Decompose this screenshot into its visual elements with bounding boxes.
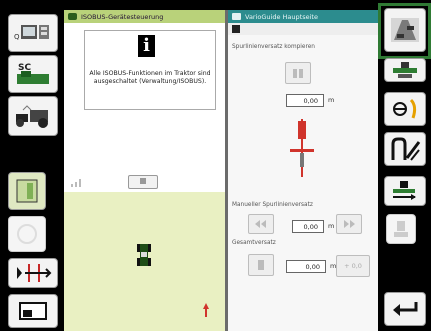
headland-turn-icon	[391, 137, 421, 161]
tractor-small-icon	[140, 178, 146, 184]
total-offset-field[interactable]: 0,00	[286, 260, 326, 273]
shift-right-icon	[344, 220, 355, 228]
track-shift-icon	[17, 264, 52, 282]
map-view-button[interactable]	[8, 172, 46, 210]
page-icon	[232, 25, 240, 33]
offset-indicator-icon	[290, 119, 314, 177]
varioguide-subheader	[228, 23, 378, 35]
implement-settings-button[interactable]	[8, 96, 58, 136]
total-offset-reset-button[interactable]	[248, 254, 274, 276]
tractor-implement-icon	[16, 105, 48, 128]
plus-offset-button[interactable]: + 0,0	[336, 255, 370, 277]
screen-layout-button[interactable]	[8, 294, 58, 328]
track-offset-field[interactable]: 0,00	[286, 94, 324, 107]
info-message-text: Alle ISOBUS-Funktionen im Traktor sind a…	[89, 70, 211, 85]
info-icon: i	[138, 35, 155, 57]
track-offset-unit: m	[328, 96, 335, 104]
manual-offset-label: Manueller Spurlinienversatz	[232, 202, 313, 208]
total-offset-label: Gesamtversatz	[232, 240, 276, 246]
reset-offset-icon	[258, 260, 264, 270]
section-control-button[interactable]: SC	[8, 55, 58, 93]
isobus-panel-header: ISOBUS-Gerätesteuerung	[64, 10, 225, 23]
tractor-position-icon	[137, 244, 151, 266]
isobus-icon	[68, 13, 77, 20]
varioguide-icon	[232, 13, 241, 20]
manual-offset-unit: m	[328, 222, 335, 230]
shift-left-icon	[255, 220, 266, 228]
manual-offset-left-button[interactable]	[248, 214, 274, 234]
tractor-profile-button[interactable]	[384, 58, 426, 82]
heading-arrow-icon	[203, 303, 209, 317]
terminal-icon: Q	[14, 25, 49, 41]
steering-wheel-icon	[393, 98, 417, 119]
circle-arrows-icon	[17, 224, 37, 244]
disabled-settings-button	[386, 214, 416, 244]
map-center-button[interactable]	[128, 175, 158, 189]
manual-offset-field[interactable]: 0,00	[292, 220, 324, 233]
implement-offset-button[interactable]	[384, 176, 426, 206]
varioguide-panel-header: VarioGuide Hauptseite	[228, 10, 378, 23]
section-control-icon: SC	[17, 63, 49, 84]
headland-button[interactable]	[384, 132, 426, 166]
varioguide-panel-title: VarioGuide Hauptseite	[245, 12, 318, 21]
display-icon	[19, 302, 47, 320]
selected-softkey-frame	[378, 3, 431, 59]
compensate-offset-button[interactable]	[285, 62, 311, 84]
back-button[interactable]	[384, 292, 426, 326]
manual-offset-right-button[interactable]	[336, 214, 362, 234]
steering-button[interactable]	[384, 92, 426, 126]
isobus-panel-title: ISOBUS-Gerätesteuerung	[81, 12, 164, 21]
track-shift-button[interactable]	[8, 258, 58, 288]
signal-strength-icon	[71, 179, 81, 187]
compensate-icon	[293, 69, 303, 78]
tractor-top-icon	[393, 62, 417, 78]
field-map-icon	[16, 179, 38, 203]
device-select-button[interactable]: Q	[8, 14, 58, 52]
disabled-softkey	[8, 216, 46, 252]
svg-text:Q: Q	[14, 33, 20, 41]
track-offset-label: Spurlinienversatz kompieren	[232, 44, 315, 50]
back-arrow-icon	[393, 302, 418, 316]
tractor-implement-offset-icon	[393, 181, 416, 200]
antenna-icon	[394, 221, 408, 237]
